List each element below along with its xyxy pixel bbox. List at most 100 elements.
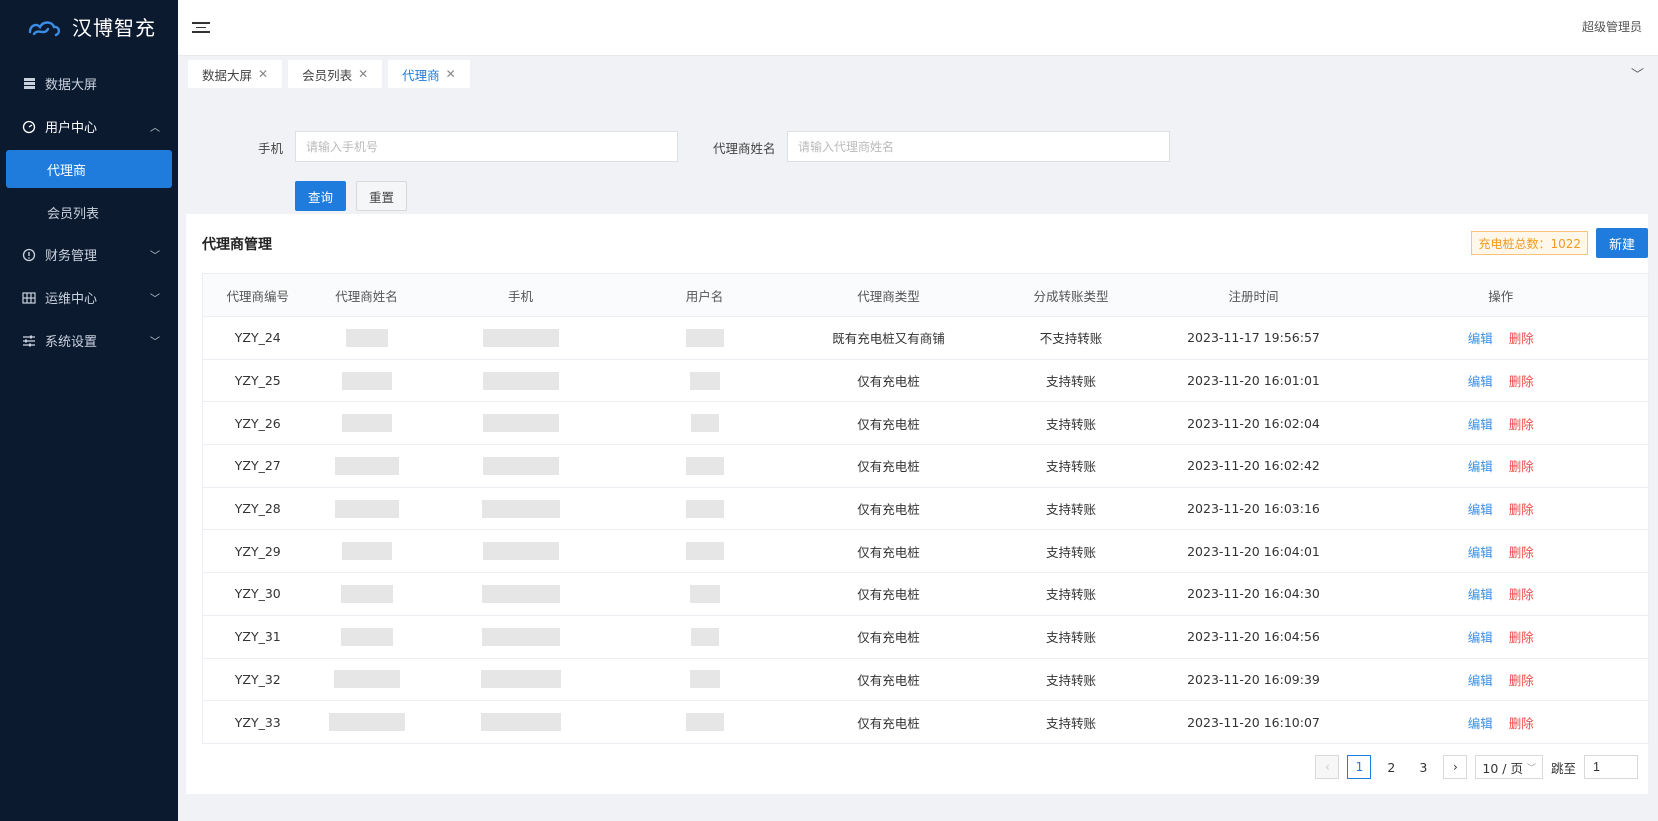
username-cell xyxy=(620,572,789,616)
cloud-logo-icon xyxy=(28,21,61,37)
sidebar-item-data-screen[interactable]: 数据大屏 xyxy=(0,62,178,105)
jump-page-input[interactable] xyxy=(1584,755,1638,779)
redacted-username xyxy=(685,713,724,732)
delete-link[interactable]: 删除 xyxy=(1509,673,1534,688)
redacted-phone xyxy=(482,328,559,347)
actions-cell: 编辑 删除 xyxy=(1353,444,1649,488)
new-button[interactable]: 新建 xyxy=(1595,228,1648,258)
sidebar-item-operations[interactable]: 运维中心 ﹀ xyxy=(0,276,178,319)
alert-circle-icon xyxy=(22,248,36,262)
query-button[interactable]: 查询 xyxy=(295,181,347,211)
edit-link[interactable]: 编辑 xyxy=(1468,673,1493,688)
tab-label: 数据大屏 xyxy=(202,67,253,83)
register-time-cell: 2023-11-20 16:01:01 xyxy=(1153,359,1354,403)
page-size-select[interactable]: 10 / 页 ﹀ xyxy=(1475,755,1543,779)
actions-cell: 编辑 删除 xyxy=(1353,529,1649,574)
delete-link[interactable]: 删除 xyxy=(1509,459,1534,474)
edit-link[interactable]: 编辑 xyxy=(1468,587,1493,602)
sidebar: 汉博智充 数据大屏 用户中心 ︿ 代理商 会员列表 财务管理 ﹀ 运维中心 ﹀ … xyxy=(0,0,178,821)
username-cell xyxy=(620,401,789,446)
chevron-down-icon[interactable]: ﹀ xyxy=(1631,64,1644,83)
reset-button[interactable]: 重置 xyxy=(356,181,408,211)
table-row: YZY_26 仅有充电桩 支持转账 2023-11-20 16:02:04 编辑 删除 xyxy=(202,401,1649,446)
agent-id-cell: YZY_31 xyxy=(202,615,313,659)
actions-cell: 编辑 删除 xyxy=(1353,615,1649,659)
agent-id-cell: YZY_30 xyxy=(202,572,313,616)
agent-name-cell xyxy=(312,529,421,574)
delete-link[interactable]: 删除 xyxy=(1509,502,1534,517)
page-2-button[interactable]: 2 xyxy=(1379,755,1403,779)
actions-cell: 编辑 删除 xyxy=(1353,359,1649,403)
redacted-phone xyxy=(481,584,560,603)
agent-name-cell xyxy=(312,658,421,702)
delete-link[interactable]: 删除 xyxy=(1509,417,1534,432)
user-menu[interactable]: 超级管理员 xyxy=(1582,18,1642,35)
redacted-username xyxy=(685,499,724,518)
sidebar-item-label: 代理商 xyxy=(47,163,87,179)
sidebar-item-finance[interactable]: 财务管理 ﹀ xyxy=(0,233,178,276)
page-3-button[interactable]: 3 xyxy=(1411,755,1435,779)
register-time-cell: 2023-11-20 16:09:39 xyxy=(1153,658,1354,702)
next-page-button[interactable]: › xyxy=(1443,755,1468,779)
agent-id-cell: YZY_24 xyxy=(202,316,313,360)
redacted-phone xyxy=(481,627,560,646)
delete-link[interactable]: 删除 xyxy=(1509,545,1534,560)
transfer-type-cell: 支持转账 xyxy=(988,487,1154,531)
edit-link[interactable]: 编辑 xyxy=(1468,716,1493,731)
actions-cell: 编辑 删除 xyxy=(1353,572,1649,616)
phone-cell xyxy=(420,572,621,616)
register-time-cell: 2023-11-20 16:04:30 xyxy=(1153,572,1354,616)
table-row: YZY_30 仅有充电桩 支持转账 2023-11-20 16:04:30 编辑 删除 xyxy=(202,572,1649,616)
delete-link[interactable]: 删除 xyxy=(1509,374,1534,389)
edit-link[interactable]: 编辑 xyxy=(1468,417,1493,432)
phone-cell xyxy=(420,359,621,403)
agent-type-cell: 仅有充电桩 xyxy=(788,487,989,531)
delete-link[interactable]: 删除 xyxy=(1509,587,1534,602)
delete-link[interactable]: 删除 xyxy=(1509,716,1534,731)
sidebar-item-system-settings[interactable]: 系统设置 ﹀ xyxy=(0,319,178,362)
table-body: YZY_24 既有充电桩又有商铺 不支持转账 2023-11-17 19:56:57 编… xyxy=(202,316,1649,744)
sidebar-nav: 数据大屏 用户中心 ︿ 代理商 会员列表 财务管理 ﹀ 运维中心 ﹀ 系统设置 … xyxy=(0,62,178,362)
edit-link[interactable]: 编辑 xyxy=(1468,459,1493,474)
page-1-button[interactable]: 1 xyxy=(1347,755,1372,779)
close-icon[interactable]: ✕ xyxy=(258,67,268,81)
edit-link[interactable]: 编辑 xyxy=(1468,331,1493,346)
menu-collapse-icon[interactable] xyxy=(192,19,210,37)
delete-link[interactable]: 删除 xyxy=(1509,331,1534,346)
redacted-phone xyxy=(482,542,559,561)
close-icon[interactable]: ✕ xyxy=(358,67,368,81)
sidebar-item-user-center[interactable]: 用户中心 ︿ xyxy=(0,105,178,148)
redacted-username xyxy=(690,414,719,433)
redacted-phone xyxy=(482,414,559,433)
sidebar-item-agent[interactable]: 代理商 xyxy=(6,150,172,188)
transfer-type-cell: 支持转账 xyxy=(988,401,1154,446)
prev-page-button[interactable]: ‹ xyxy=(1315,755,1340,779)
column-header: 代理商类型 xyxy=(788,273,989,317)
edit-link[interactable]: 编辑 xyxy=(1468,630,1493,645)
redacted-name xyxy=(328,713,405,732)
phone-label: 手机 xyxy=(258,141,284,156)
edit-link[interactable]: 编辑 xyxy=(1468,545,1493,560)
close-icon[interactable]: ✕ xyxy=(446,67,456,81)
sliders-icon xyxy=(22,334,36,348)
chevron-up-icon: ︿ xyxy=(150,123,160,134)
sidebar-item-member-list[interactable]: 会员列表 xyxy=(6,193,172,231)
register-time-cell: 2023-11-17 19:56:57 xyxy=(1153,316,1354,360)
edit-link[interactable]: 编辑 xyxy=(1468,374,1493,389)
phone-input[interactable] xyxy=(295,131,678,162)
actions-cell: 编辑 删除 xyxy=(1353,658,1649,702)
redacted-phone xyxy=(480,670,561,689)
tab-agent[interactable]: 代理商 ✕ xyxy=(388,60,470,88)
table-header-row: 代理商编号 代理商姓名 手机 用户名 代理商类型 分成转账类型 注册时间 操作 xyxy=(202,273,1649,317)
username-cell xyxy=(620,444,789,488)
agent-name-input[interactable] xyxy=(787,131,1170,162)
transfer-type-cell: 支持转账 xyxy=(988,700,1154,744)
agent-table: 代理商编号 代理商姓名 手机 用户名 代理商类型 分成转账类型 注册时间 操作 … xyxy=(202,273,1649,744)
tab-data-screen[interactable]: 数据大屏 ✕ xyxy=(188,60,283,88)
phone-cell xyxy=(420,700,621,744)
edit-link[interactable]: 编辑 xyxy=(1468,502,1493,517)
redacted-name xyxy=(333,670,400,689)
charger-count-badge: 充电桩总数：1022 xyxy=(1471,231,1588,255)
tab-member-list[interactable]: 会员列表 ✕ xyxy=(288,60,383,88)
delete-link[interactable]: 删除 xyxy=(1509,630,1534,645)
